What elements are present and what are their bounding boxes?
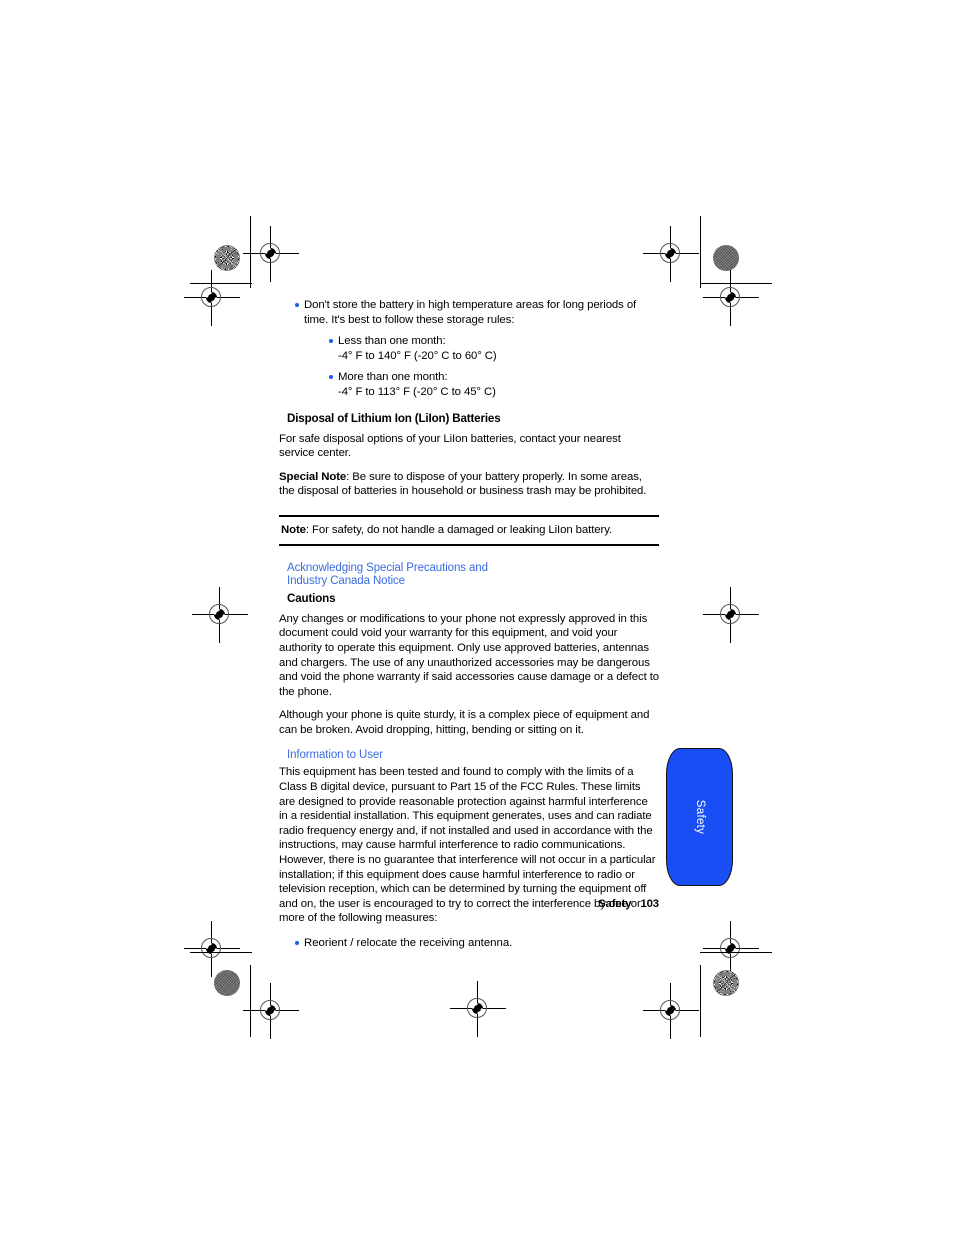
side-tab-label: Safety (693, 799, 706, 835)
note-paragraph: Note: For safety, do not handle a damage… (279, 517, 659, 545)
note-callout: Note: For safety, do not handle a damage… (279, 514, 659, 546)
document-page: Don't store the battery in high temperat… (0, 0, 954, 1235)
side-thumb-tab-safety: Safety (666, 748, 733, 886)
note-body: : For safety, do not handle a damaged or… (305, 523, 613, 536)
section-heading-cautions: Cautions (287, 591, 336, 605)
note-rule-bottom (279, 544, 659, 546)
registration-mark (643, 983, 699, 1039)
registration-mark (450, 981, 506, 1037)
sub-bullet-title: Less than one month: (338, 335, 446, 348)
registration-mark (243, 983, 299, 1039)
crop-line (700, 216, 702, 288)
disposal-paragraph: For safe disposal options of your LiIon … (279, 432, 621, 460)
heading-line-1: Acknowledging Special Precautions and (287, 561, 488, 574)
halftone-density-circle (214, 245, 240, 271)
crop-line (250, 216, 252, 288)
list-item: Don't store the battery in high temperat… (279, 298, 659, 327)
registration-mark (643, 226, 699, 282)
sub-bullet-title: More than one month: (338, 371, 448, 384)
list-item: Reorient / relocate the receiving antenn… (279, 936, 659, 951)
section-heading-disposal: Disposal of Lithium Ion (LiIon) Batterie… (287, 411, 501, 425)
crop-line (700, 952, 772, 954)
registration-mark (243, 226, 299, 282)
registration-mark (703, 270, 759, 326)
section-heading-information-to-user: Information to User (287, 749, 383, 762)
special-note-label: Special Note (279, 470, 347, 483)
registration-mark (184, 921, 240, 977)
crop-line (700, 965, 702, 1037)
sub-bullet-range: -4° F to 140° F (-20° C to 60° C) (338, 349, 497, 362)
note-label: Note (281, 523, 306, 536)
registration-mark (703, 921, 759, 977)
crop-line (190, 952, 252, 954)
cautions-paragraph-2: Although your phone is quite sturdy, it … (279, 709, 650, 736)
registration-mark (184, 270, 240, 326)
registration-mark (703, 587, 759, 643)
page-content-column: Don't store the battery in high temperat… (279, 298, 659, 951)
density-patch-circle (713, 245, 739, 271)
sub-bullet-range: -4° F to 113° F (-20° C to 45° C) (338, 385, 496, 398)
page-footer: Safety 103 (279, 898, 659, 910)
registration-mark (192, 587, 248, 643)
cautions-paragraph-1: Any changes or modifications to your pho… (279, 612, 660, 698)
footer-page-number: 103 (640, 898, 659, 910)
special-note-paragraph: Special Note: Be sure to dispose of your… (279, 470, 659, 499)
footer-section-name: Safety (598, 898, 632, 910)
section-heading-acknowledging: Acknowledging Special Precautions and In… (279, 562, 659, 588)
halftone-density-circle (713, 970, 739, 996)
density-patch-circle (214, 970, 240, 996)
list-item: Less than one month: -4° F to 140° F (-2… (279, 334, 659, 363)
list-item: More than one month: -4° F to 113° F (-2… (279, 370, 659, 399)
heading-line-2: Industry Canada Notice (287, 574, 405, 587)
